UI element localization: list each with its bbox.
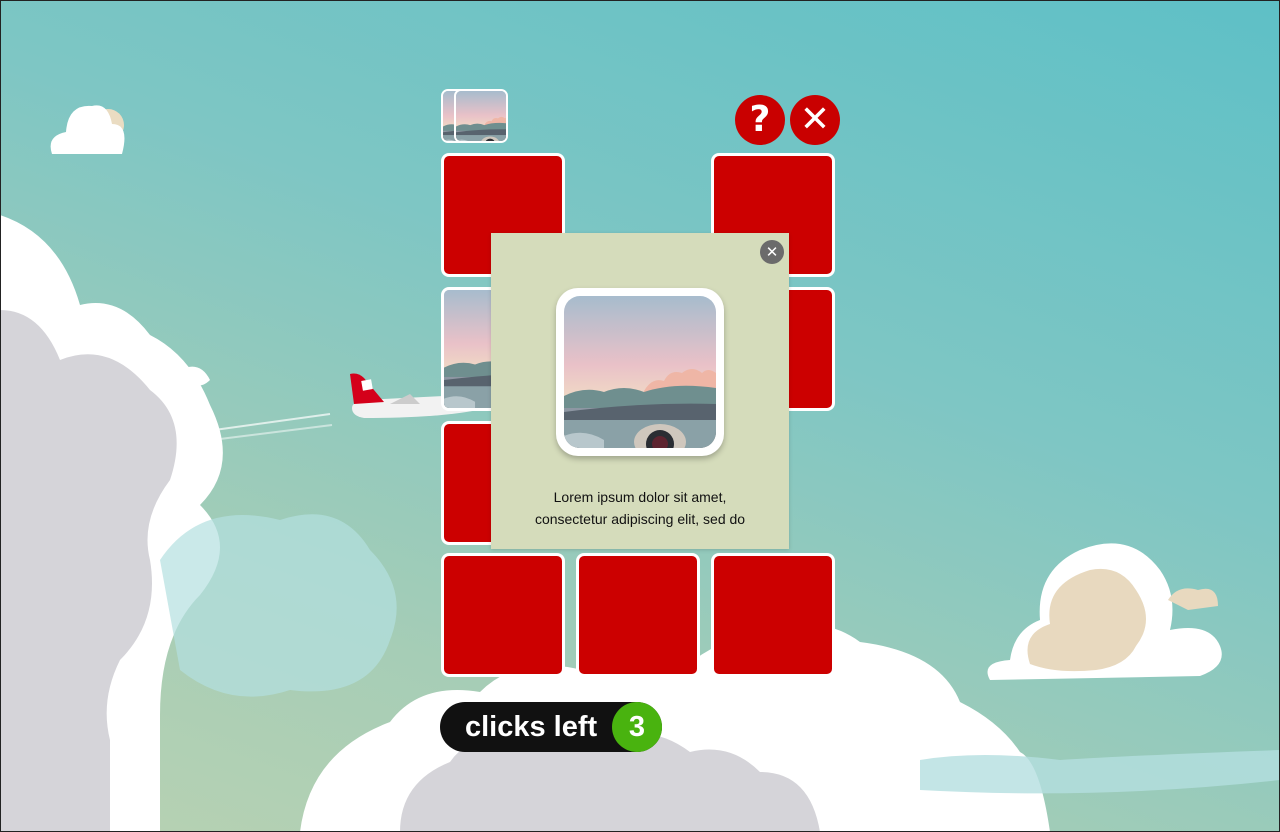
popup-description: Lorem ipsum dolor sit amet, consectetur …	[491, 486, 789, 530]
background-cloud	[160, 514, 397, 697]
matched-pairs-stack	[441, 89, 511, 145]
clicks-left-label: clicks left	[465, 711, 598, 743]
question-mark-icon: ?	[749, 99, 771, 140]
popup-text-line: Lorem ipsum dolor sit amet,	[553, 489, 727, 505]
memory-tile[interactable]	[711, 553, 835, 677]
close-icon: ✕	[765, 242, 779, 261]
small-cloud	[50, 105, 125, 154]
popup-close-button[interactable]: ✕	[760, 240, 784, 264]
memory-tile[interactable]	[576, 553, 700, 677]
matched-card	[454, 89, 508, 143]
memory-tile[interactable]	[441, 553, 565, 677]
right-cloud	[987, 543, 1222, 680]
clicks-left-count: 3	[612, 702, 662, 752]
popup-image	[556, 288, 724, 456]
clicks-left-counter: clicks left 3	[440, 702, 662, 752]
popup-text-line: consectetur adipiscing elit, sed do	[534, 511, 746, 527]
help-button[interactable]: ?	[735, 95, 785, 145]
match-popup: ✕ Lorem ipsum dolor sit amet, consectetu…	[491, 233, 789, 549]
close-game-button[interactable]: ✕	[790, 95, 840, 145]
close-icon: ✕	[799, 99, 831, 140]
left-cloud	[0, 215, 223, 832]
